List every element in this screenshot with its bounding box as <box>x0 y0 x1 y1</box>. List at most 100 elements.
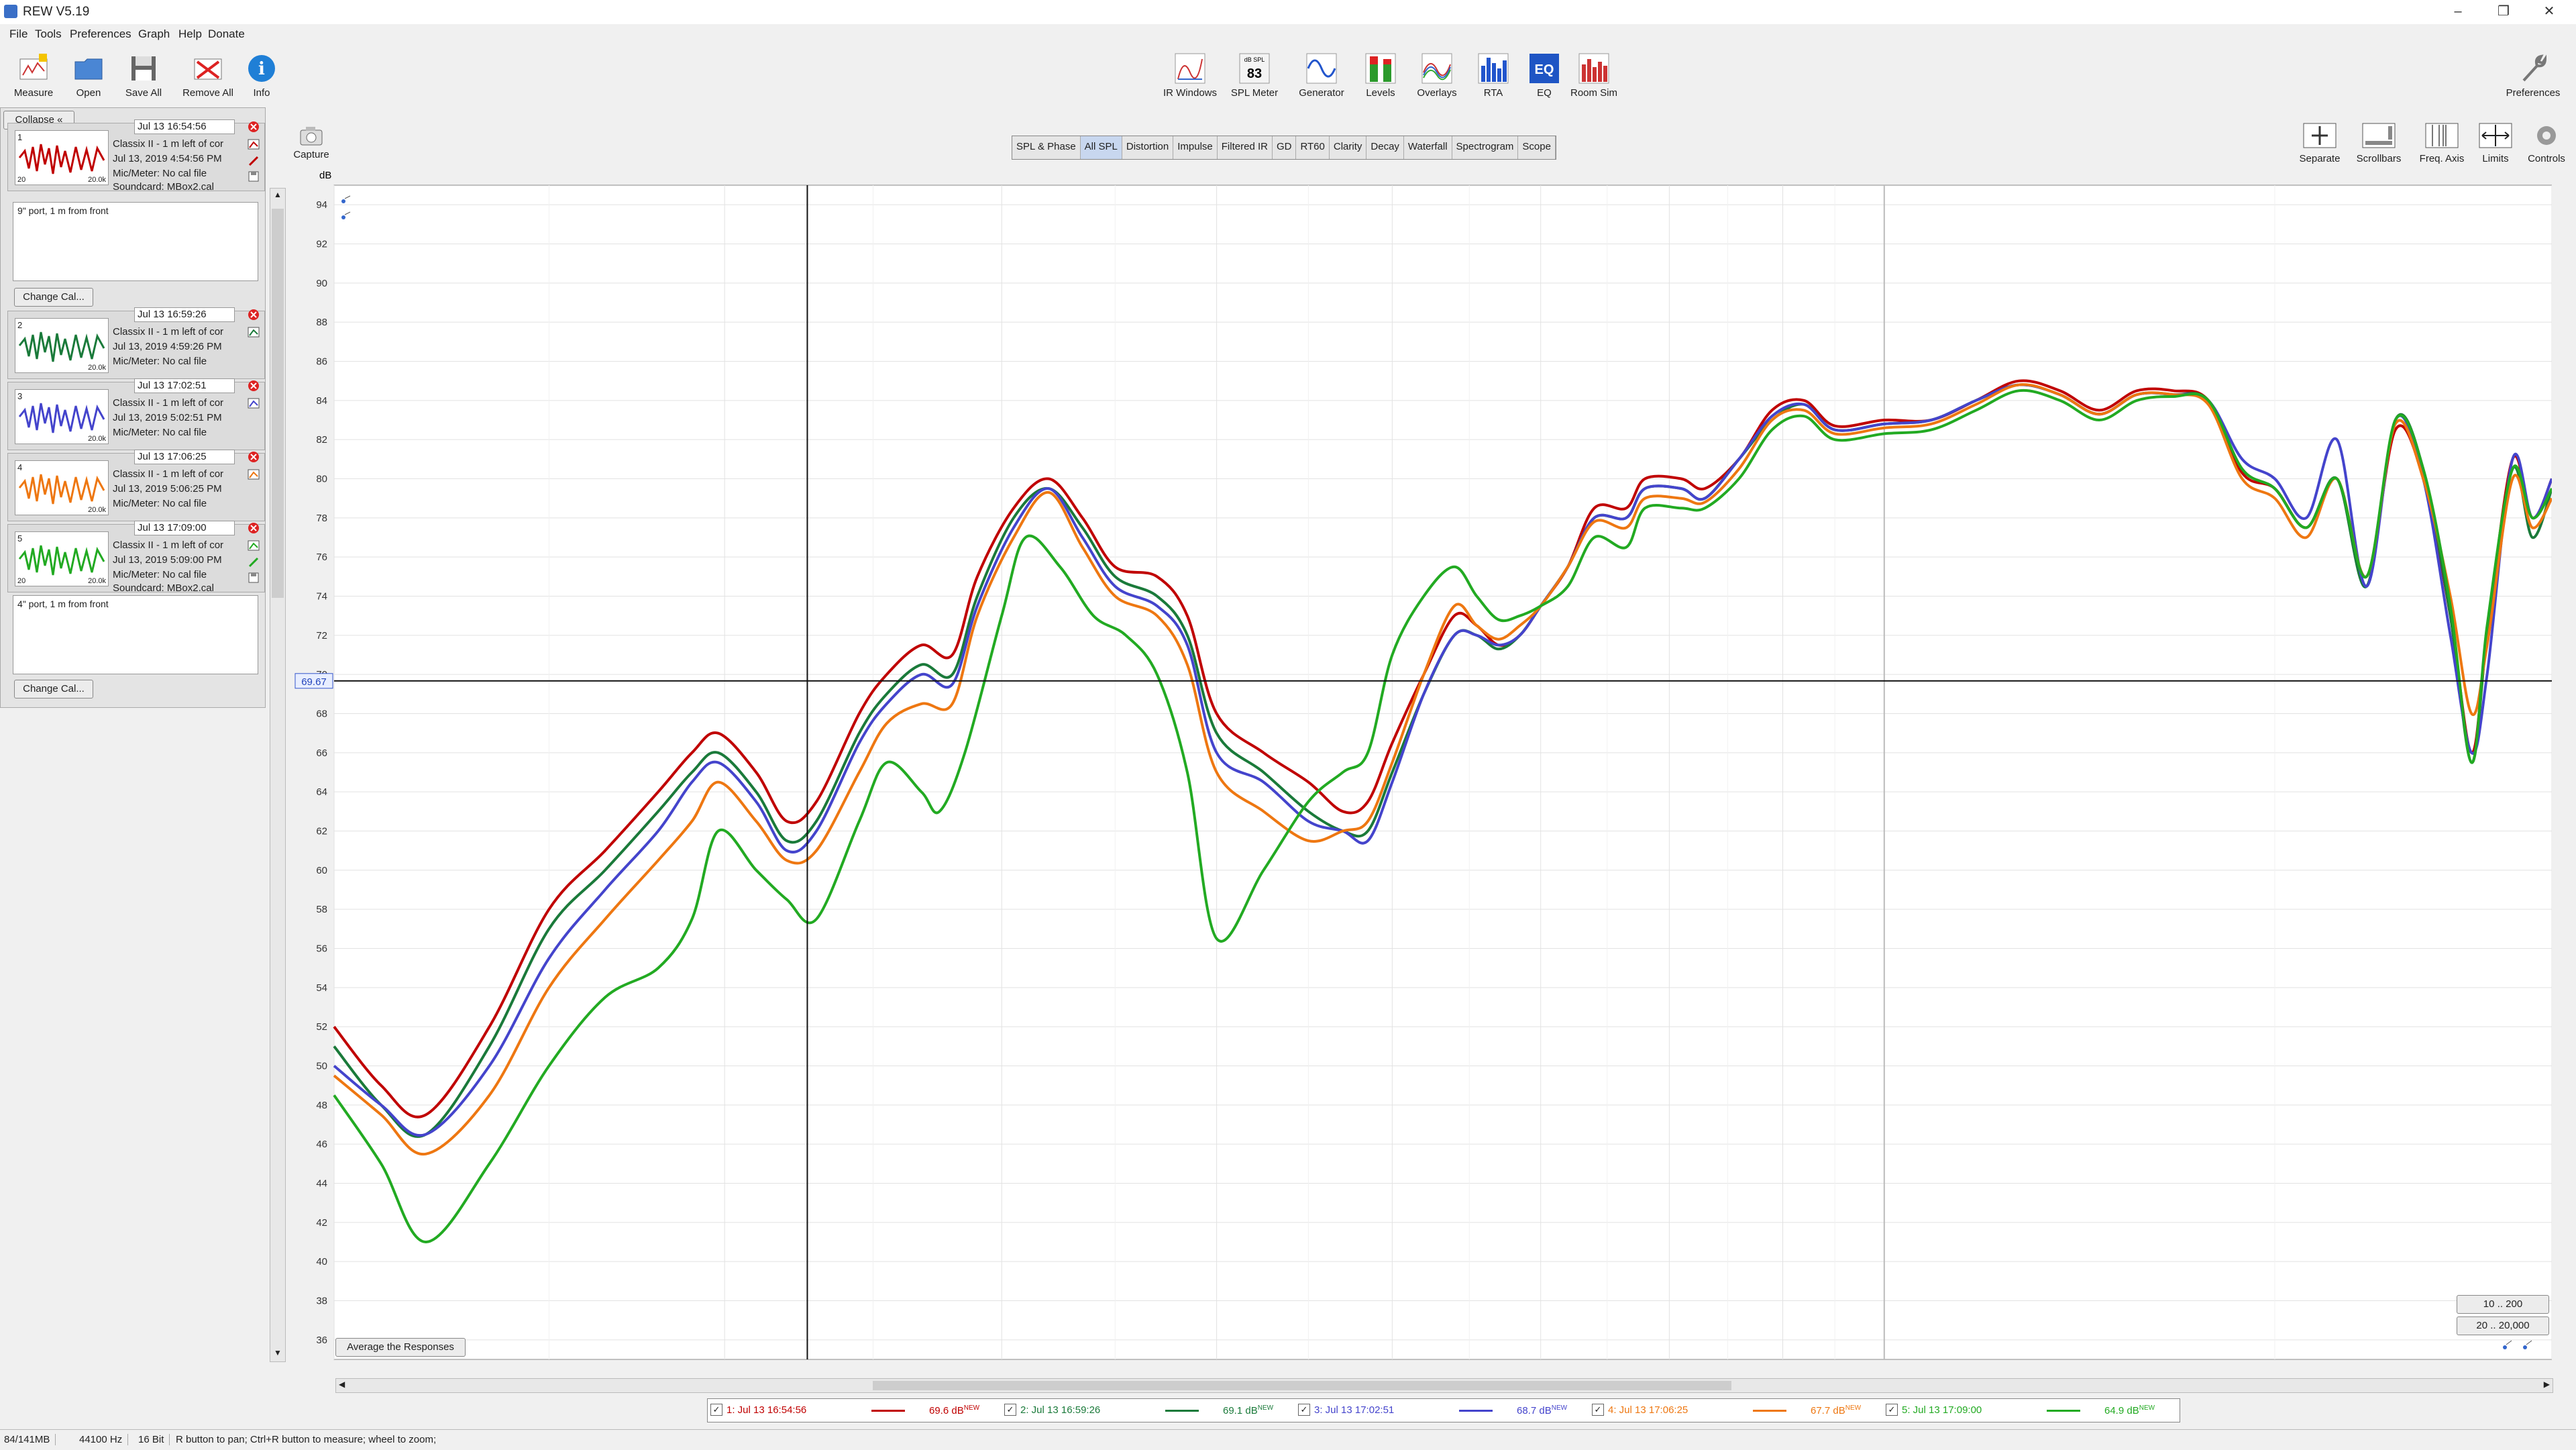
panel-scrollbar[interactable]: ▲ ▼ <box>270 188 286 1362</box>
menu-graph[interactable]: Graph <box>138 28 170 41</box>
remove-measurement-icon[interactable] <box>247 121 260 133</box>
menu-help[interactable]: Help <box>178 28 202 41</box>
capture-button[interactable]: Capture <box>291 125 331 165</box>
average-responses-button[interactable]: Average the Responses <box>335 1338 466 1357</box>
camera-icon <box>300 127 323 146</box>
measurement-number: 4 <box>17 462 23 472</box>
thumb-freq-low: 20 <box>17 577 26 585</box>
tab-distortion[interactable]: Distortion <box>1122 136 1174 159</box>
remove-measurement-icon[interactable] <box>247 451 260 463</box>
menu-tools[interactable]: Tools <box>35 28 62 41</box>
scroll-down-icon[interactable]: ▼ <box>272 1348 284 1360</box>
measurement-item-2[interactable]: 2 20.0k Jul 13 16:59:26 Classix II - 1 m… <box>7 307 265 379</box>
change-cal-button[interactable]: Change Cal... <box>14 288 93 307</box>
preferences-button[interactable]: Preferences <box>2501 50 2565 109</box>
graph-toggle-icon[interactable] <box>247 539 260 552</box>
range-10-200-button[interactable]: 10 .. 200 <box>2457 1295 2549 1314</box>
generator-button[interactable]: Generator <box>1289 50 1354 109</box>
measurement-notes[interactable]: 4" port, 1 m from front <box>13 595 258 674</box>
tab-filtered-ir[interactable]: Filtered IR <box>1218 136 1273 159</box>
thumb-freq-high: 20.0k <box>88 176 106 184</box>
legend-name: 4: Jul 13 17:06:25 <box>1608 1404 1688 1416</box>
tab-waterfall[interactable]: Waterfall <box>1404 136 1452 159</box>
save-all-button[interactable]: Save All <box>111 50 176 109</box>
zoom-lock-icon[interactable] <box>339 195 353 225</box>
measurement-desc: Classix II - 1 m left of cor <box>113 468 224 480</box>
y-unit-label: dB <box>319 170 331 181</box>
remove-measurement-icon[interactable] <box>247 522 260 534</box>
svg-text:EQ: EQ <box>1535 62 1554 77</box>
tab-rt60[interactable]: RT60 <box>1296 136 1330 159</box>
remove-measurement-icon[interactable] <box>247 309 260 321</box>
legend-checkbox[interactable]: ✓ <box>1004 1404 1016 1416</box>
spl-graph[interactable]: 3638404244464850525456586062646668707274… <box>290 165 2552 1361</box>
hscrollbar-thumb[interactable] <box>873 1381 1731 1390</box>
measurement-name-field[interactable]: Jul 13 16:59:26 <box>134 307 235 322</box>
graph-hscrollbar[interactable]: ◀ ▶ <box>335 1378 2553 1393</box>
tab-scope[interactable]: Scope <box>1518 136 1556 159</box>
tab-gd[interactable]: GD <box>1273 136 1297 159</box>
range-20-20000-button[interactable]: 20 .. 20,000 <box>2457 1316 2549 1335</box>
measurement-item-3[interactable]: 3 20.0k Jul 13 17:02:51 Classix II - 1 m… <box>7 378 265 450</box>
controls-button[interactable]: Controls <box>2520 122 2573 169</box>
thumb-freq-low: 20 <box>17 176 26 184</box>
tab-spectrogram[interactable]: Spectrogram <box>1452 136 1519 159</box>
y-tick-label: 78 <box>316 513 327 524</box>
legend-checkbox[interactable]: ✓ <box>710 1404 722 1416</box>
pencil-icon[interactable] <box>247 556 260 568</box>
measurement-mic: Mic/Meter: No cal file <box>113 498 207 509</box>
measurement-notes[interactable]: 9" port, 1 m from front <box>13 202 258 281</box>
legend-checkbox[interactable]: ✓ <box>1298 1404 1310 1416</box>
menu-file[interactable]: File <box>9 28 28 41</box>
change-cal-button[interactable]: Change Cal... <box>14 680 93 698</box>
minimize-button[interactable]: – <box>2438 1 2478 21</box>
legend-checkbox[interactable]: ✓ <box>1886 1404 1898 1416</box>
save-measurement-icon[interactable] <box>247 170 260 183</box>
info-button[interactable]: i Info <box>229 50 294 109</box>
scroll-right-icon[interactable]: ▶ <box>2544 1380 2550 1389</box>
remove-measurement-icon[interactable] <box>247 380 260 392</box>
scroll-left-icon[interactable]: ◀ <box>339 1380 345 1389</box>
restore-button[interactable]: ❐ <box>2483 1 2524 21</box>
legend-level: 69.1 dBNEW <box>1223 1404 1274 1416</box>
tab-clarity[interactable]: Clarity <box>1330 136 1367 159</box>
tab-spl-phase[interactable]: SPL & Phase <box>1012 136 1081 159</box>
info-label: Info <box>253 87 270 99</box>
measurement-name-field[interactable]: Jul 13 17:06:25 <box>134 450 235 464</box>
measurement-item-5[interactable]: 5 20 20.0k Jul 13 17:09:00 Classix II - … <box>7 521 265 594</box>
eq-icon: EQ <box>1529 54 1559 83</box>
sample-rate-status: 44100 Hz <box>79 1434 129 1445</box>
scroll-up-icon[interactable]: ▲ <box>272 190 284 202</box>
measurement-item-1[interactable]: 1 20 20.0k Jul 13 16:54:56 Classix II - … <box>7 119 265 193</box>
legend-bar: ✓ 1: Jul 13 16:54:56 69.6 dBNEW ✓ 2: Jul 13 … <box>707 1398 2180 1422</box>
save-measurement-icon[interactable] <box>247 572 260 584</box>
measurement-item-4[interactable]: 4 20.0k Jul 13 17:06:25 Classix II - 1 m… <box>7 450 265 521</box>
y-tick-label: 80 <box>316 474 327 485</box>
measurement-name-field[interactable]: Jul 13 17:09:00 <box>134 521 235 535</box>
menu-donate[interactable]: Donate <box>208 28 245 41</box>
tab-impulse[interactable]: Impulse <box>1173 136 1218 159</box>
legend-level: 69.6 dBNEW <box>929 1404 980 1416</box>
spl-meter-button[interactable]: dB SPL 83 SPL Meter <box>1222 50 1287 109</box>
legend-checkbox[interactable]: ✓ <box>1592 1404 1604 1416</box>
measurement-name-field[interactable]: Jul 13 16:54:56 <box>134 119 235 134</box>
tab-decay[interactable]: Decay <box>1366 136 1404 159</box>
tab-all-spl[interactable]: All SPL <box>1080 136 1122 159</box>
zoom-lock-icon-bottom[interactable] <box>2500 1338 2540 1354</box>
graph-toggle-icon[interactable] <box>247 397 260 409</box>
menu-preferences[interactable]: Preferences <box>70 28 131 41</box>
overlays-button[interactable]: Overlays <box>1405 50 1469 109</box>
graph-toggle-icon[interactable] <box>247 326 260 338</box>
measurement-name-field[interactable]: Jul 13 17:02:51 <box>134 378 235 393</box>
remove-icon <box>194 58 222 80</box>
separate-icon <box>2303 123 2337 148</box>
pencil-icon[interactable] <box>247 154 260 166</box>
measurement-number: 2 <box>17 320 23 330</box>
graph-toggle-icon[interactable] <box>247 468 260 480</box>
scrollbar-thumb[interactable] <box>272 209 284 598</box>
levels-button[interactable]: Levels <box>1348 50 1413 109</box>
close-button[interactable]: ✕ <box>2529 1 2569 21</box>
graph-toggle-icon[interactable] <box>247 138 260 150</box>
ir-windows-button[interactable]: IR Windows <box>1158 50 1222 109</box>
room-sim-button[interactable]: Room Sim <box>1562 50 1626 109</box>
